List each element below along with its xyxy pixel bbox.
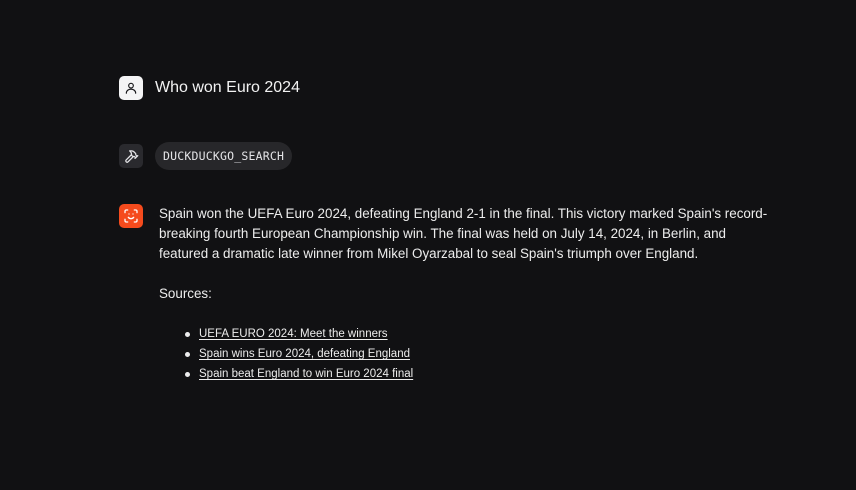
sources-list: UEFA EURO 2024: Meet the winners Spain w… — [159, 324, 769, 384]
list-item: UEFA EURO 2024: Meet the winners — [183, 324, 769, 344]
tool-call: DUCKDUCKGO_SEARCH — [119, 142, 293, 170]
assistant-answer: Spain won the UEFA Euro 2024, defeating … — [159, 204, 769, 384]
chat-page: Who won Euro 2024 DUCKDUCKGO_SEARCH Spai… — [0, 0, 856, 490]
tool-name-badge[interactable]: DUCKDUCKGO_SEARCH — [155, 142, 293, 170]
scan-face-icon — [124, 209, 138, 223]
list-item: Spain wins Euro 2024, defeating England — [183, 344, 769, 364]
source-link-1[interactable]: UEFA EURO 2024: Meet the winners — [199, 328, 388, 340]
source-link-2[interactable]: Spain wins Euro 2024, defeating England — [199, 348, 410, 360]
sources-label: Sources: — [159, 286, 212, 301]
assistant-avatar — [119, 204, 143, 228]
assistant-message: Spain won the UEFA Euro 2024, defeating … — [119, 204, 769, 384]
list-item: Spain beat England to win Euro 2024 fina… — [183, 364, 769, 384]
user-message: Who won Euro 2024 — [119, 76, 300, 100]
answer-paragraph: Spain won the UEFA Euro 2024, defeating … — [159, 206, 768, 261]
user-message-text: Who won Euro 2024 — [155, 79, 300, 96]
user-icon — [125, 82, 137, 94]
user-avatar — [119, 76, 143, 100]
hammer-icon — [124, 149, 138, 163]
tool-avatar — [119, 144, 143, 168]
source-link-3[interactable]: Spain beat England to win Euro 2024 fina… — [199, 368, 413, 380]
